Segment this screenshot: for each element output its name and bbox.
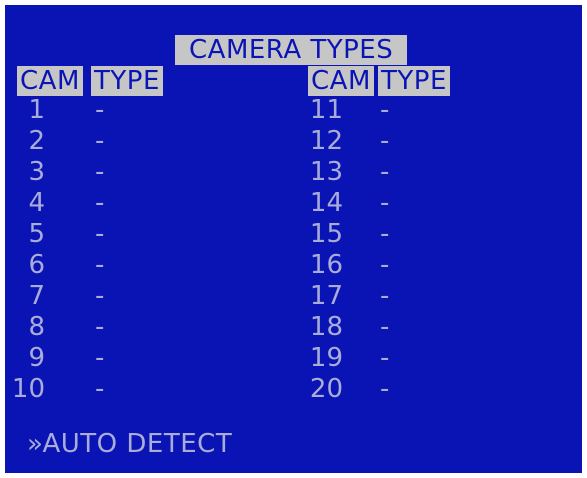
camera-type-value[interactable]: -: [380, 343, 389, 373]
camera-type-value[interactable]: -: [380, 312, 389, 342]
page-title: CAMERA TYPES: [175, 35, 408, 65]
camera-row[interactable]: 17 -: [5, 281, 582, 311]
camera-row[interactable]: 16 -: [5, 250, 582, 280]
camera-type-value[interactable]: -: [380, 281, 389, 311]
camera-type-value[interactable]: -: [380, 157, 389, 187]
camera-number: 17: [309, 281, 343, 311]
camera-type-value[interactable]: -: [380, 219, 389, 249]
type-column-header-left: TYPE: [91, 66, 163, 96]
camera-row[interactable]: 19 -: [5, 343, 582, 373]
camera-row[interactable]: 12 -: [5, 126, 582, 156]
camera-row[interactable]: 15 -: [5, 219, 582, 249]
camera-row[interactable]: 13 -: [5, 157, 582, 187]
camera-type-value[interactable]: -: [380, 250, 389, 280]
type-column-header-right: TYPE: [378, 66, 450, 96]
camera-row[interactable]: 20 -: [5, 374, 582, 404]
camera-number: 11: [309, 95, 343, 125]
cam-column-header-left: CAM: [17, 66, 83, 96]
auto-detect-option[interactable]: »AUTO DETECT: [27, 429, 232, 459]
camera-number: 16: [309, 250, 343, 280]
camera-number: 15: [309, 219, 343, 249]
camera-number: 12: [309, 126, 343, 156]
camera-type-value[interactable]: -: [380, 188, 389, 218]
camera-number: 14: [309, 188, 343, 218]
camera-number: 19: [309, 343, 343, 373]
camera-type-value[interactable]: -: [380, 374, 389, 404]
camera-type-value[interactable]: -: [380, 126, 389, 156]
camera-row[interactable]: 18 -: [5, 312, 582, 342]
camera-row[interactable]: 11 -: [5, 95, 582, 125]
camera-number: 13: [309, 157, 343, 187]
camera-number: 18: [309, 312, 343, 342]
cam-column-header-right: CAM: [308, 66, 374, 96]
camera-number: 20: [309, 374, 343, 404]
camera-row[interactable]: 14 -: [5, 188, 582, 218]
camera-type-value[interactable]: -: [380, 95, 389, 125]
osd-screen: CAMERA TYPES CAM TYPE CAM TYPE 1-2-3-4-5…: [5, 5, 582, 473]
